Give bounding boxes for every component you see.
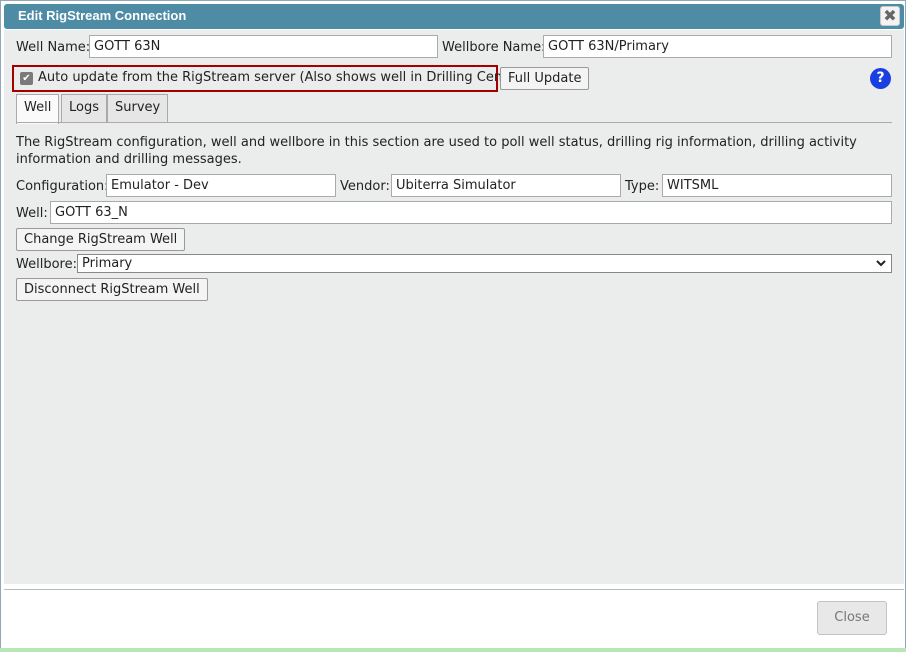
tab-divider — [16, 122, 892, 123]
disconnect-rigstream-well-button[interactable]: Disconnect RigStream Well — [16, 278, 208, 301]
type-field[interactable]: WITSML — [662, 174, 892, 197]
wellbore-name-label: Wellbore Name: — [442, 40, 546, 55]
help-icon[interactable]: ? — [870, 68, 891, 89]
background-strip — [0, 648, 906, 652]
configuration-field[interactable]: Emulator - Dev — [106, 174, 336, 197]
full-update-button[interactable]: Full Update — [500, 67, 590, 90]
wellbore-label: Wellbore: — [16, 257, 77, 272]
auto-update-label[interactable]: Auto update from the RigStream server (A… — [38, 70, 526, 85]
wellbore-name-input[interactable]: GOTT 63N/Primary — [543, 35, 892, 58]
dialog-content: Well Name: GOTT 63N Wellbore Name: GOTT … — [4, 30, 904, 584]
chevron-down-icon — [875, 255, 887, 274]
tab-survey[interactable]: Survey — [107, 94, 169, 122]
auto-update-checkbox[interactable]: ✔ — [20, 72, 33, 85]
vendor-label: Vendor: — [340, 179, 390, 194]
well-label: Well: — [16, 206, 48, 221]
well-name-input[interactable]: GOTT 63N — [89, 35, 438, 58]
close-button[interactable]: Close — [817, 601, 887, 635]
vendor-field[interactable]: Ubiterra Simulator — [391, 174, 621, 197]
wellbore-select[interactable]: Primary — [77, 254, 892, 273]
edit-rigstream-dialog: Edit RigStream Connection ✖ Well Name: G… — [0, 0, 906, 652]
well-name-label: Well Name: — [16, 40, 91, 55]
tab-well[interactable]: Well — [16, 94, 60, 124]
wellbore-select-value: Primary — [82, 256, 133, 271]
footer-divider — [4, 589, 904, 590]
well-tab-description: The RigStream configuration, well and we… — [16, 135, 857, 167]
close-icon[interactable]: ✖ — [880, 6, 900, 26]
configuration-label: Configuration: — [16, 179, 109, 194]
dialog-titlebar[interactable]: Edit RigStream Connection ✖ — [4, 4, 904, 29]
change-rigstream-well-button[interactable]: Change RigStream Well — [16, 228, 186, 251]
tab-logs[interactable]: Logs — [61, 94, 107, 122]
type-label: Type: — [625, 179, 660, 194]
dialog-title: Edit RigStream Connection — [18, 8, 187, 23]
well-field[interactable]: GOTT 63_N — [50, 201, 892, 224]
auto-update-highlight: ✔ Auto update from the RigStream server … — [12, 65, 526, 92]
